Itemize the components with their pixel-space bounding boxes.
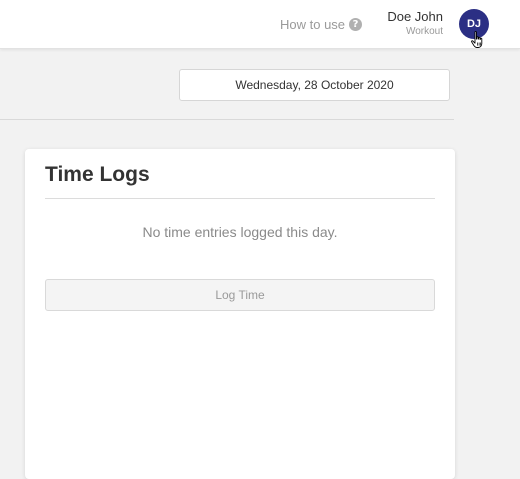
divider [0, 119, 454, 120]
user-name: Doe John [387, 9, 443, 24]
top-bar: How to use ? Doe John Workout DJ [0, 0, 520, 49]
how-to-use-link[interactable]: How to use ? [280, 16, 363, 32]
time-logs-card: Time Logs No time entries logged this da… [25, 149, 455, 479]
card-divider [45, 198, 435, 199]
user-role: Workout [405, 26, 443, 37]
pointer-cursor-icon [471, 31, 483, 48]
question-circle-icon: ? [349, 17, 363, 31]
date-picker[interactable]: Wednesday, 28 October 2020 [179, 69, 450, 101]
user-info: Doe John Workout [387, 9, 443, 38]
card-title: Time Logs [45, 163, 150, 186]
log-time-button[interactable]: Log Time [45, 279, 435, 311]
empty-state-message: No time entries logged this day. [142, 224, 338, 240]
how-to-use-label: How to use [280, 16, 346, 32]
